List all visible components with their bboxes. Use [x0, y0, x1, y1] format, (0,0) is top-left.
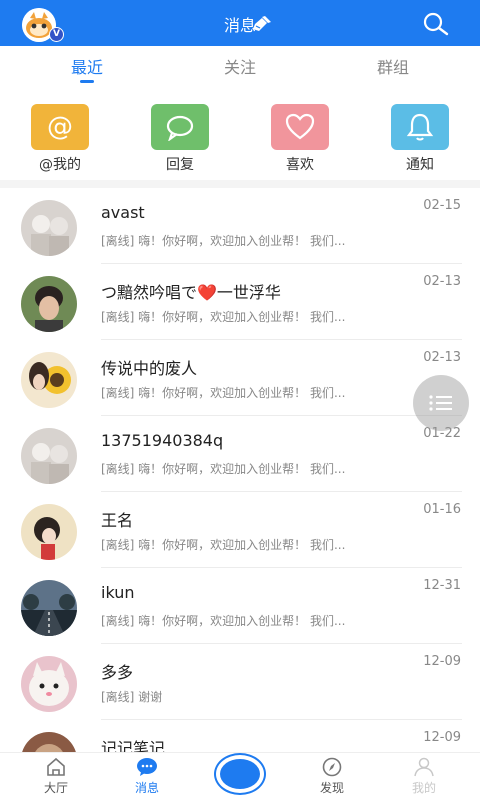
floating-menu-button[interactable] — [413, 375, 469, 431]
message-preview: [离线] 嗨！你好啊，欢迎加入创业帮！ 我们... — [101, 234, 346, 248]
chat-bubble-icon — [151, 104, 209, 150]
message-time: 02-13 — [423, 350, 461, 365]
nav-messages[interactable]: 消息 — [112, 757, 182, 796]
nav-label: 发现 — [319, 781, 344, 795]
contact-name: 传说中的废人 — [101, 359, 198, 378]
tab-following[interactable]: 关注 — [200, 54, 280, 78]
message-preview: [离线] 嗨！你好啊，欢迎加入创业帮！ 我们... — [101, 386, 346, 400]
message-time: 12-09 — [423, 730, 461, 745]
message-tabs: 最近 关注 群组 — [0, 46, 480, 88]
shortcut-label: 回复 — [166, 157, 194, 173]
nav-label: 大厅 — [43, 781, 68, 795]
center-publish-button[interactable] — [214, 753, 266, 797]
top-header: V 消息 — [0, 0, 480, 46]
bell-icon — [391, 104, 449, 150]
contact-name: 13751940384q — [101, 431, 224, 450]
sunflower-avatar — [21, 352, 77, 408]
shortcut-notifications[interactable]: 通知 — [380, 104, 460, 174]
message-time: 12-31 — [423, 578, 461, 593]
shortcut-likes[interactable]: 喜欢 — [260, 104, 340, 174]
nav-me[interactable]: 我的 — [389, 757, 459, 796]
list-item[interactable]: 13751940384q [离线] 嗨！你好啊，欢迎加入创业帮！ 我们... 0… — [0, 416, 480, 492]
contact-name: ikun — [101, 583, 135, 602]
message-time: 12-09 — [423, 654, 461, 669]
list-item[interactable]: 王名 [离线] 嗨！你好啊，欢迎加入创业帮！ 我们... 01-16 — [0, 492, 480, 568]
cat-avatar — [21, 656, 77, 712]
nav-lobby[interactable]: 大厅 — [21, 757, 91, 796]
broom-clean-icon[interactable] — [251, 14, 273, 32]
list-item[interactable]: 传说中的废人 [离线] 嗨！你好啊，欢迎加入创业帮！ 我们... 02-13 — [0, 340, 480, 416]
message-preview: [离线] 嗨！你好啊，欢迎加入创业帮！ 我们... — [101, 538, 346, 552]
page-title: 消息 — [223, 16, 256, 35]
sketch-avatar — [21, 428, 77, 484]
publish-button-core — [220, 759, 260, 789]
message-time: 02-15 — [423, 198, 461, 213]
list-menu-icon — [429, 395, 452, 411]
user-icon — [414, 757, 434, 777]
list-item[interactable]: つ黯然吟唱で❤️一世浮华 [离线] 嗨！你好啊，欢迎加入创业帮！ 我们... 0… — [0, 264, 480, 340]
nav-discover[interactable]: 发现 — [297, 757, 367, 796]
at-icon: @ — [31, 104, 89, 150]
home-icon — [47, 757, 65, 776]
road-avatar — [21, 580, 77, 636]
list-item[interactable]: avast [离线] 嗨！你好啊，欢迎加入创业帮！ 我们... 02-15 — [0, 188, 480, 264]
svg-text:@: @ — [47, 112, 73, 142]
active-tab-indicator — [80, 80, 94, 83]
shortcut-label: @我的 — [39, 157, 81, 173]
sketch-avatar — [21, 200, 77, 256]
list-item[interactable]: ikun [离线] 嗨！你好啊，欢迎加入创业帮！ 我们... 12-31 — [0, 568, 480, 644]
tab-groups[interactable]: 群组 — [353, 54, 433, 78]
shortcut-label: 喜欢 — [286, 157, 314, 173]
search-icon[interactable] — [420, 10, 450, 36]
message-time: 01-16 — [423, 502, 461, 517]
contact-name: avast — [101, 203, 145, 222]
message-preview: [离线] 嗨！你好啊，欢迎加入创业帮！ 我们... — [101, 310, 346, 324]
shortcut-label: 通知 — [406, 157, 434, 173]
message-time: 02-13 — [423, 274, 461, 289]
shortcut-mentions[interactable]: @ @我的 — [20, 104, 100, 174]
nav-label: 我的 — [411, 781, 436, 795]
girl-illustration-avatar — [21, 504, 77, 560]
message-preview: [离线] 嗨！你好啊，欢迎加入创业帮！ 我们... — [101, 462, 346, 476]
person-avatar — [21, 276, 77, 332]
compass-icon — [322, 757, 342, 777]
tab-recent[interactable]: 最近 — [47, 54, 127, 78]
shortcut-replies[interactable]: 回复 — [140, 104, 220, 174]
message-preview: [离线] 谢谢 — [101, 690, 163, 704]
nav-label: 消息 — [134, 781, 159, 795]
contact-name: 多多 — [101, 663, 134, 682]
message-preview: [离线] 嗨！你好啊，欢迎加入创业帮！ 我们... — [101, 614, 346, 628]
heart-icon — [271, 104, 329, 150]
message-icon — [137, 758, 157, 776]
section-divider — [0, 180, 480, 188]
contact-name: 王名 — [101, 511, 134, 530]
contact-name: つ黯然吟唱で❤️一世浮华 — [101, 283, 281, 302]
list-item[interactable]: 多多 [离线] 谢谢 12-09 — [0, 644, 480, 720]
